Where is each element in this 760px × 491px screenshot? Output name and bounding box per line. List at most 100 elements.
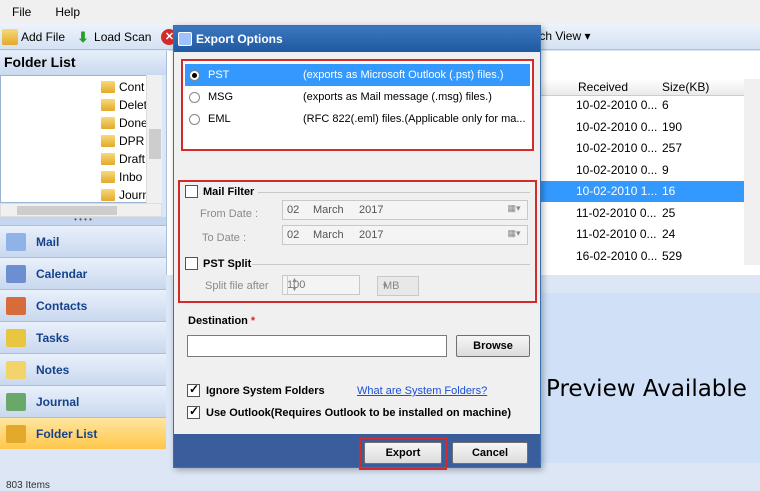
switch-view-button[interactable]: tch View ▾ (536, 29, 591, 43)
inbox-folder-icon (101, 171, 115, 183)
eml-radio[interactable] (189, 113, 200, 125)
folder-icon (101, 135, 115, 147)
calendar-dropdown-icon[interactable]: ▦▾ (503, 203, 525, 217)
tree-item[interactable]: Delet (101, 96, 147, 114)
divider (252, 264, 530, 265)
split-size-stepper[interactable]: 100 ▲ ▼ (282, 275, 360, 295)
destination-input[interactable] (187, 335, 447, 357)
column-size[interactable]: Size(KB) (662, 80, 709, 94)
mail-filter-checkbox[interactable] (185, 185, 198, 198)
contacts-folder-icon (101, 81, 115, 93)
row-received-cell: 10-02-2010 1... (576, 184, 658, 198)
folder-list-icon (6, 424, 26, 443)
menu-file[interactable]: File (0, 5, 43, 19)
tree-item[interactable]: Done (101, 114, 148, 132)
cancel-button[interactable]: Cancel (452, 442, 528, 464)
nav-notes[interactable]: Notes (0, 353, 166, 385)
row-size-cell: 25 (662, 205, 676, 220)
required-marker: * (250, 315, 256, 327)
load-scan-button[interactable]: ⬇ Load Scan (75, 29, 151, 45)
nav-journal[interactable]: Journal (0, 385, 166, 417)
tree-item[interactable]: Journ (101, 186, 149, 202)
table-row[interactable]: 11-02-2010 0... 25 (540, 203, 744, 224)
journal-icon (6, 392, 26, 411)
drafts-folder-icon (101, 153, 115, 165)
menu-help[interactable]: Help (43, 5, 92, 19)
table-row[interactable]: 11-02-2010 0... 24 (540, 224, 744, 245)
dialog-title: Export Options (196, 32, 283, 46)
panel-splitter[interactable]: • • • • (0, 216, 166, 225)
row-size-cell: 9 (662, 162, 669, 177)
folder-tree[interactable]: Cont Delet Done DPR Draft Inbo Journ (0, 75, 162, 203)
from-date-label: From Date : (200, 208, 259, 220)
row-received-cell: 10-02-2010 0... (576, 162, 658, 177)
scrollbar-thumb[interactable] (17, 206, 117, 215)
nav-contacts[interactable]: Contacts (0, 289, 166, 321)
row-size-cell: 24 (662, 227, 676, 241)
to-date-label: To Date : (202, 232, 247, 244)
dialog-title-bar: Export Options (174, 26, 540, 52)
use-outlook-option[interactable]: Use Outlook(Requires Outlook to be insta… (187, 404, 511, 419)
row-received-cell: 10-02-2010 0... (576, 141, 658, 155)
row-size-cell: 190 (662, 119, 683, 134)
table-row[interactable]: 10-02-2010 0... 190 (540, 117, 744, 138)
split-file-label: Split file after (205, 280, 269, 292)
calendar-icon (6, 264, 26, 283)
msg-radio[interactable] (189, 91, 200, 103)
tree-item[interactable]: Cont (101, 78, 144, 96)
row-received-cell: 11-02-2010 0... (576, 227, 657, 241)
nav-calendar[interactable]: Calendar (0, 257, 166, 289)
from-date-picker[interactable]: 02 March 2017 ▦▾ (282, 200, 528, 220)
divider (258, 192, 530, 193)
list-vertical-scrollbar[interactable] (744, 79, 760, 265)
table-row[interactable]: 10-02-2010 1... 16 (540, 181, 744, 202)
nav-tasks[interactable]: Tasks (0, 321, 166, 353)
table-row[interactable]: 10-02-2010 0... 257 (540, 138, 744, 159)
scrollbar-thumb[interactable] (149, 129, 161, 159)
browse-button[interactable]: Browse (456, 335, 530, 357)
row-size-cell: 529 (662, 248, 683, 263)
to-date-picker[interactable]: 02 March 2017 ▦▾ (282, 225, 528, 245)
status-bar: 803 Items (0, 480, 760, 491)
tree-item[interactable]: Inbo (101, 168, 142, 186)
table-row[interactable]: 10-02-2010 0... 6 (540, 95, 744, 116)
preview-message: Preview Available (546, 376, 747, 402)
stepper-arrows-icon[interactable]: ▲ ▼ (287, 276, 301, 294)
pst-radio[interactable] (189, 69, 200, 81)
contacts-icon (6, 296, 26, 315)
export-button[interactable]: Export (364, 442, 442, 464)
row-size-cell: 6 (662, 98, 669, 112)
format-option-msg[interactable]: MSG (exports as Mail message (.msg) file… (185, 86, 530, 108)
table-row[interactable]: 16-02-2010 0... 529 (540, 246, 744, 267)
row-size-cell: 16 (662, 184, 676, 198)
pst-split-checkbox[interactable] (185, 257, 198, 270)
ignore-system-folders-checkbox[interactable] (187, 382, 200, 397)
format-list: PST (exports as Microsoft Outlook (.pst)… (181, 59, 534, 151)
format-option-eml[interactable]: EML (RFC 822(.eml) files.(Applicable onl… (185, 108, 530, 130)
row-received-cell: 16-02-2010 0... (576, 248, 658, 263)
destination-label: Destination * (188, 315, 256, 327)
chevron-down-icon: ▾ (383, 281, 388, 290)
nav-mail[interactable]: Mail (0, 225, 166, 257)
ignore-system-folders-option[interactable]: Ignore System Folders (187, 382, 325, 397)
row-received-cell: 11-02-2010 0... (576, 205, 657, 220)
export-options-dialog: Export Options PST (exports as Microsoft… (173, 25, 541, 470)
nav-folder-list[interactable]: Folder List (0, 417, 166, 449)
calendar-dropdown-icon[interactable]: ▦▾ (503, 228, 525, 242)
tree-item[interactable]: Draft (101, 150, 145, 168)
format-option-pst[interactable]: PST (exports as Microsoft Outlook (.pst)… (185, 64, 530, 86)
mail-filter-toggle[interactable]: Mail Filter (185, 185, 254, 198)
folder-list-title: Folder List (0, 51, 166, 75)
column-received[interactable]: Received (578, 80, 628, 94)
use-outlook-checkbox[interactable] (187, 404, 200, 419)
split-unit-select[interactable]: MB ▾ (377, 276, 419, 296)
journal-folder-icon (101, 189, 115, 201)
notes-icon (6, 360, 26, 379)
table-row[interactable]: 10-02-2010 0... 9 (540, 160, 744, 181)
menu-bar: File Help (0, 0, 760, 24)
tree-item[interactable]: DPR (101, 132, 144, 150)
system-folders-help-link[interactable]: What are System Folders? (357, 385, 487, 397)
pst-split-toggle[interactable]: PST Split (185, 257, 251, 270)
tree-vertical-scrollbar[interactable] (146, 75, 162, 203)
add-file-button[interactable]: Add File (2, 28, 65, 45)
